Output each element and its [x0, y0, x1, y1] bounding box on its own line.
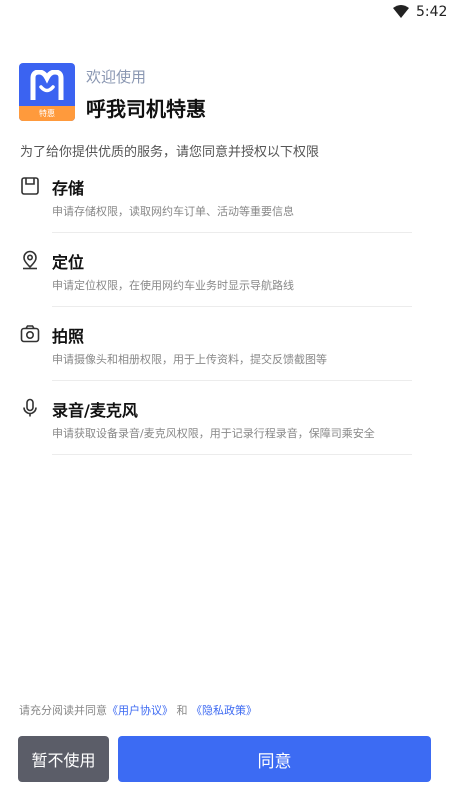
permission-title: 定位 — [52, 253, 85, 272]
app-name: 呼我司机特惠 — [86, 97, 206, 121]
permission-desc: 申请存储权限，读取网约车订单、活动等重要信息 — [52, 205, 294, 218]
intro-text: 为了给你提供优质的服务，请您同意并授权以下权限 — [20, 145, 320, 160]
user-agreement-link[interactable]: 《用户协议》 — [107, 704, 173, 717]
status-bar: 5:42 — [0, 0, 450, 26]
agreement-prefix: 请充分阅读并同意 — [19, 704, 107, 717]
agreement-notice: 请充分阅读并同意《用户协议》 和 《隐私政策》 — [19, 702, 257, 718]
divider — [52, 380, 412, 381]
divider — [52, 306, 412, 307]
permission-desc: 申请定位权限，在使用网约车业务时显示导航路线 — [52, 279, 294, 292]
permission-desc: 申请摄像头和相册权限，用于上传资料，提交反馈截图等 — [52, 353, 327, 366]
privacy-policy-link[interactable]: 《隐私政策》 — [191, 704, 257, 717]
microphone-icon — [23, 398, 37, 417]
storage-icon — [21, 177, 39, 195]
logo-m-icon — [30, 70, 64, 100]
agree-button[interactable]: 同意 — [118, 736, 431, 782]
permission-title: 拍照 — [52, 327, 85, 346]
permission-desc: 申请获取设备录音/麦克风权限，用于记录行程录音，保障司乘安全 — [52, 427, 375, 440]
status-time: 5:42 — [416, 4, 448, 20]
divider — [52, 454, 412, 455]
app-logo: 特惠 — [19, 63, 75, 121]
decline-button[interactable]: 暂不使用 — [18, 736, 109, 782]
welcome-text: 欢迎使用 — [86, 68, 147, 86]
logo-badge: 特惠 — [19, 106, 75, 121]
location-icon — [23, 250, 37, 270]
camera-icon — [20, 325, 40, 343]
agreement-and: 和 — [176, 704, 188, 717]
permission-title: 存储 — [52, 179, 85, 198]
divider — [52, 232, 412, 233]
permission-title: 录音/麦克风 — [52, 401, 138, 420]
wifi-icon — [393, 5, 409, 18]
